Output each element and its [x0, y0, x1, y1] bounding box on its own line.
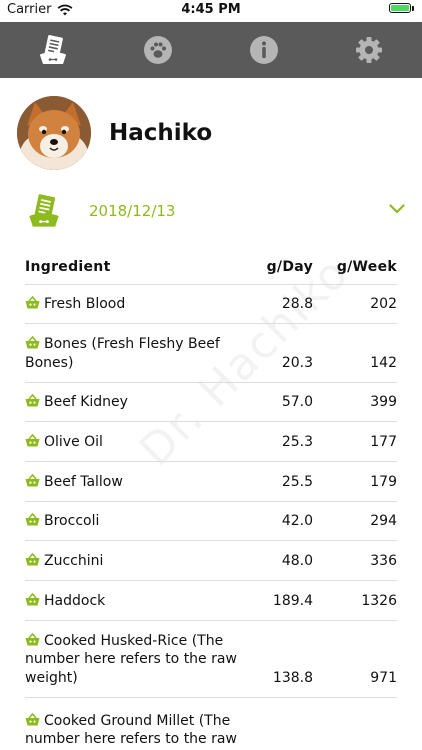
pet-name: Hachiko [109, 120, 213, 146]
ingredient-label: Olive Oil [44, 433, 103, 450]
ingredient-name: Beef Tallow [25, 473, 243, 492]
ingredient-name: Bones (Fresh Fleshy Beef Bones) [25, 335, 243, 372]
tab-info[interactable] [211, 22, 317, 78]
battery-tip [412, 5, 414, 11]
table-row[interactable]: Fresh Blood 28.8 202 [25, 285, 397, 324]
table-row[interactable]: Bones (Fresh Fleshy Beef Bones) 20.3 142 [25, 324, 397, 383]
ingredient-name: Cooked Husked-Rice (The number here refe… [25, 632, 243, 688]
date-selector[interactable]: 2018/12/13 [25, 188, 405, 234]
grams-per-day: 138.8 [272, 669, 313, 686]
ingredient-table: Ingredient g/Day g/Week Fresh Blood 28.8 2… [25, 250, 397, 750]
pet-profile-header: Hachiko [17, 96, 212, 170]
app-screen: Carrier 4:45 PM Dr. Hachiko Hachiko 2018… [0, 0, 422, 750]
grams-per-week: 1326 [361, 592, 397, 609]
grams-per-week: 202 [370, 295, 397, 312]
ingredient-label: Haddock [44, 592, 106, 609]
battery-icon [389, 3, 411, 13]
header-per-day: g/Day [266, 259, 313, 275]
table-row[interactable]: Zucchini 48.0 336 [25, 541, 397, 581]
table-row[interactable]: Beef Tallow 25.5 179 [25, 462, 397, 502]
header-per-week: g/Week [336, 259, 397, 275]
ingredient-name: Broccoli [25, 512, 243, 531]
basket-icon [25, 712, 40, 726]
table-row[interactable]: Haddock 189.4 1326 [25, 581, 397, 621]
grams-per-day: 57.0 [281, 393, 313, 410]
table-row[interactable]: Olive Oil 25.3 177 [25, 422, 397, 462]
info-icon [249, 36, 278, 64]
ingredient-name: Olive Oil [25, 433, 243, 452]
ingredient-name: Fresh Blood [25, 295, 243, 314]
basket-icon [25, 632, 40, 646]
top-tab-bar [0, 22, 422, 78]
grams-per-week: 294 [370, 512, 397, 529]
dog-bowl-menu-icon [39, 34, 66, 64]
grams-per-day: 48.0 [281, 552, 313, 569]
grams-per-week: 399 [370, 393, 397, 410]
ingredient-label: Cooked Ground Millet (The number here re… [25, 712, 237, 750]
status-time: 4:45 PM [181, 2, 241, 17]
basket-icon [25, 433, 40, 447]
tab-pet[interactable] [106, 22, 212, 78]
table-row[interactable]: Cooked Ground Millet (The number here re… [25, 698, 397, 750]
ingredient-name: Beef Kidney [25, 393, 243, 412]
table-header: Ingredient g/Day g/Week [25, 250, 397, 285]
grams-per-week: 177 [370, 433, 397, 450]
avatar[interactable] [17, 96, 91, 170]
pet-photo [17, 96, 91, 170]
tab-settings[interactable] [317, 22, 422, 78]
basket-icon [25, 295, 40, 309]
ingredient-label: Beef Kidney [44, 393, 128, 410]
ingredient-label: Beef Tallow [44, 473, 123, 490]
basket-icon [25, 552, 40, 566]
grams-per-day: 20.3 [281, 354, 313, 371]
grams-per-day: 189.4 [272, 592, 313, 609]
ingredient-label: Fresh Blood [44, 295, 126, 312]
header-ingredient: Ingredient [25, 259, 111, 275]
grams-per-day: 28.8 [281, 295, 313, 312]
chevron-down-icon[interactable] [389, 204, 405, 214]
ingredient-name: Haddock [25, 592, 243, 611]
dog-bowl-menu-icon [29, 194, 59, 227]
basket-icon [25, 473, 40, 487]
table-row[interactable]: Broccoli 42.0 294 [25, 502, 397, 541]
ingredient-label: Cooked Husked-Rice (The number here refe… [25, 632, 237, 686]
selected-date: 2018/12/13 [89, 202, 176, 220]
ingredient-name: Zucchini [25, 552, 243, 571]
ingredient-label: Zucchini [44, 552, 104, 569]
basket-icon [25, 393, 40, 407]
ingredient-label: Bones (Fresh Fleshy Beef Bones) [25, 336, 220, 371]
grams-per-week: 142 [370, 354, 397, 371]
ingredient-label: Broccoli [44, 512, 100, 529]
grams-per-week: 336 [370, 552, 397, 569]
grams-per-day: 25.3 [281, 433, 313, 450]
table-row[interactable]: Cooked Husked-Rice (The number here refe… [25, 621, 397, 698]
grams-per-week: 179 [370, 473, 397, 490]
paw-icon [144, 36, 173, 64]
ingredient-name: Cooked Ground Millet (The number here re… [25, 712, 243, 750]
grams-per-week: 971 [370, 669, 397, 686]
grams-per-day: 42.0 [281, 512, 313, 529]
gear-icon [356, 37, 383, 63]
basket-icon [25, 512, 40, 526]
status-right [389, 3, 414, 13]
basket-icon [25, 335, 40, 349]
table-body: Fresh Blood 28.8 202 Bones (Fresh Fleshy Be… [25, 285, 397, 750]
table-row[interactable]: Beef Kidney 57.0 399 [25, 383, 397, 422]
grams-per-day: 25.5 [281, 473, 313, 490]
basket-icon [25, 592, 40, 606]
status-bar: Carrier 4:45 PM [0, 0, 422, 22]
tab-menu[interactable] [0, 22, 106, 78]
